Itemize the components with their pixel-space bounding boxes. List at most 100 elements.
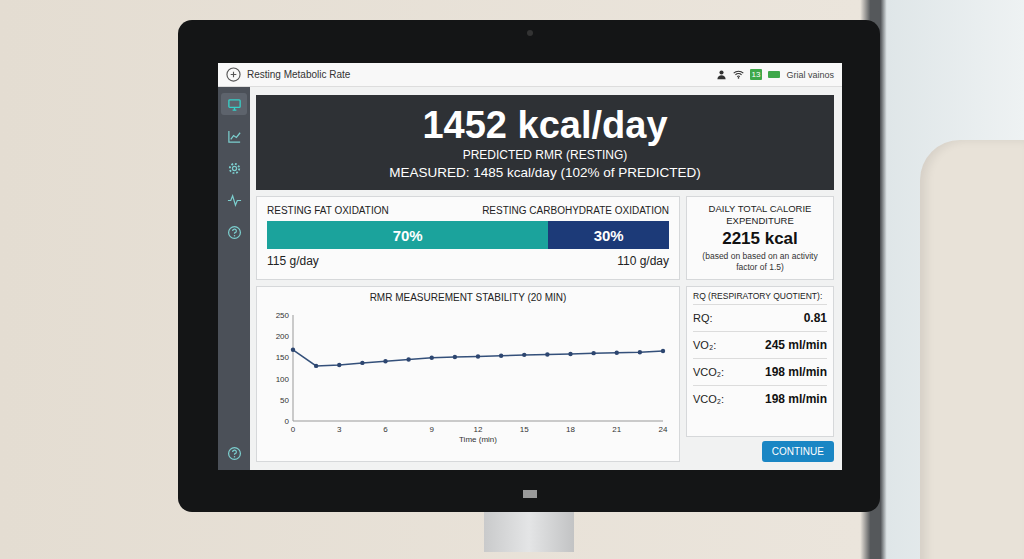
oxidation-label: RESTING FAT OXIDATION [267, 205, 389, 216]
oxidation-label: RESTING CARBOHYDRATE OXIDATION [482, 205, 669, 216]
monitor: Resting Metabolic Rate 13 Grial vainos 1452… [178, 20, 880, 552]
gas-label: VO₂: [693, 339, 716, 351]
rmr-measured: MEASURED: 1485 kcal/day (102% of PREDICT… [389, 163, 700, 182]
oxidation-amount: 110 g/day [617, 254, 669, 268]
scene: Resting Metabolic Rate 13 Grial vainos 1452… [0, 0, 1024, 559]
y-tick: 200 [276, 332, 290, 341]
oxidation-amounts: 115 g/day 110 g/day [267, 254, 669, 268]
oxidation-labels: RESTING FAT OXIDATION RESTING CARBOHYDRAT… [267, 205, 669, 216]
status-area: 13 Grial vainos [716, 69, 834, 80]
gas-row: RQ: 0.81 [693, 304, 827, 331]
data-point [291, 348, 295, 352]
gas-label: VCO₂: [693, 393, 724, 405]
data-point [360, 361, 364, 365]
x-tick: 24 [659, 425, 668, 434]
data-point [337, 363, 341, 367]
battery-icon [768, 71, 780, 78]
camera-icon [527, 30, 533, 36]
data-point [615, 351, 619, 355]
continue-button[interactable]: CONTINUE [762, 441, 834, 462]
y-tick: 150 [276, 353, 290, 362]
data-point [522, 353, 526, 357]
data-point [383, 359, 387, 363]
chart-plot: 0 50 100 150 200 250 0 3 6 9 12 15 18 21 24 Time (min) [263, 305, 673, 445]
gas-value: 245 ml/min [765, 338, 827, 352]
x-tick: 18 [566, 425, 575, 434]
expenditure-value: 2215 kcal [722, 229, 798, 249]
screen-body: 1452 kcal/dayPREDICTED RMR (RESTING)MEAS… [218, 87, 842, 470]
oxidation-segment: 30% [548, 221, 669, 249]
oxidation-row: RESTING FAT OXIDATION RESTING CARBOHYDRAT… [256, 196, 834, 280]
y-axis [293, 315, 294, 421]
rmr-label: PREDICTED RMR (RESTING) [463, 147, 628, 163]
detail-row: RMR MEASUREMENT STABILITY (20 MIN) 0 50 100… [256, 286, 834, 462]
sidebar-item[interactable] [221, 189, 247, 211]
x-tick: 21 [612, 425, 621, 434]
gas-title: RQ (RESPIRATORY QUOTIENT): [693, 291, 827, 304]
sidebar-item[interactable] [221, 442, 247, 464]
rmr-summary: 1452 kcal/dayPREDICTED RMR (RESTING)MEAS… [256, 95, 834, 190]
oxidation-segment: 70% [267, 221, 548, 249]
chart-icon [227, 129, 242, 144]
gas-label: VCO₂: [693, 366, 724, 378]
brand-badge [523, 490, 537, 498]
gas-row: VCO₂: 198 ml/min [693, 358, 827, 385]
status-text: Grial vainos [786, 70, 834, 80]
expenditure-title: DAILY TOTAL CALORIE EXPENDITURE [691, 203, 829, 227]
rmr-value: 1452 kcal/day [422, 103, 667, 147]
x-tick: 9 [430, 425, 435, 434]
x-tick: 12 [474, 425, 483, 434]
sidebar-item[interactable] [221, 221, 247, 243]
data-point [406, 357, 410, 361]
y-tick: 0 [285, 417, 290, 426]
oxidation-amount: 115 g/day [267, 254, 319, 268]
x-tick: 6 [383, 425, 388, 434]
gas-label: RQ: [693, 312, 713, 324]
logo-icon [226, 67, 241, 82]
data-point [638, 350, 642, 354]
y-tick: 100 [276, 375, 290, 384]
data-point [499, 354, 503, 358]
x-axis [293, 421, 663, 422]
sidebar-item[interactable] [221, 125, 247, 147]
gas-value: 0.81 [804, 311, 827, 325]
top-bar: Resting Metabolic Rate 13 Grial vainos [218, 63, 842, 87]
chair [920, 140, 1024, 559]
gas-row: VO₂: 245 ml/min [693, 331, 827, 358]
data-point [314, 364, 318, 368]
x-tick: 15 [520, 425, 529, 434]
y-tick: 50 [280, 396, 289, 405]
user-icon[interactable] [716, 69, 727, 80]
x-tick: 3 [337, 425, 342, 434]
chart-title: RMR MEASUREMENT STABILITY (20 MIN) [370, 291, 567, 305]
data-point [591, 351, 595, 355]
sidebar [218, 87, 250, 470]
series-line [293, 350, 663, 366]
data-point [430, 356, 434, 360]
gear-icon [227, 161, 242, 176]
sidebar-item[interactable] [221, 93, 247, 115]
x-axis-label: Time (min) [459, 435, 497, 444]
help-icon [227, 446, 242, 461]
data-point [568, 352, 572, 356]
chart-series [291, 348, 665, 369]
monitor-bezel: Resting Metabolic Rate 13 Grial vainos 1452… [178, 20, 880, 512]
oxidation-card: RESTING FAT OXIDATION RESTING CARBOHYDRAT… [256, 196, 680, 280]
data-point [661, 349, 665, 353]
gas-column: RQ (RESPIRATORY QUOTIENT): RQ: 0.81 VO₂: 245… [686, 286, 834, 462]
battery-indicator: 13 [750, 69, 763, 80]
pulse-icon [227, 193, 242, 208]
y-tick: 250 [276, 311, 290, 320]
button-row: CONTINUE [686, 441, 834, 462]
help-icon [227, 225, 242, 240]
data-point [545, 352, 549, 356]
sidebar-item[interactable] [221, 157, 247, 179]
main-content: 1452 kcal/dayPREDICTED RMR (RESTING)MEAS… [250, 87, 842, 470]
monitor-icon [227, 97, 242, 112]
expenditure-note: (based on based on an activity factor of… [691, 251, 829, 273]
gas-value: 198 ml/min [765, 365, 827, 379]
app-title: Resting Metabolic Rate [247, 69, 350, 80]
screen: Resting Metabolic Rate 13 Grial vainos 1452… [218, 63, 842, 470]
x-tick: 0 [291, 425, 296, 434]
wifi-icon [733, 69, 744, 80]
